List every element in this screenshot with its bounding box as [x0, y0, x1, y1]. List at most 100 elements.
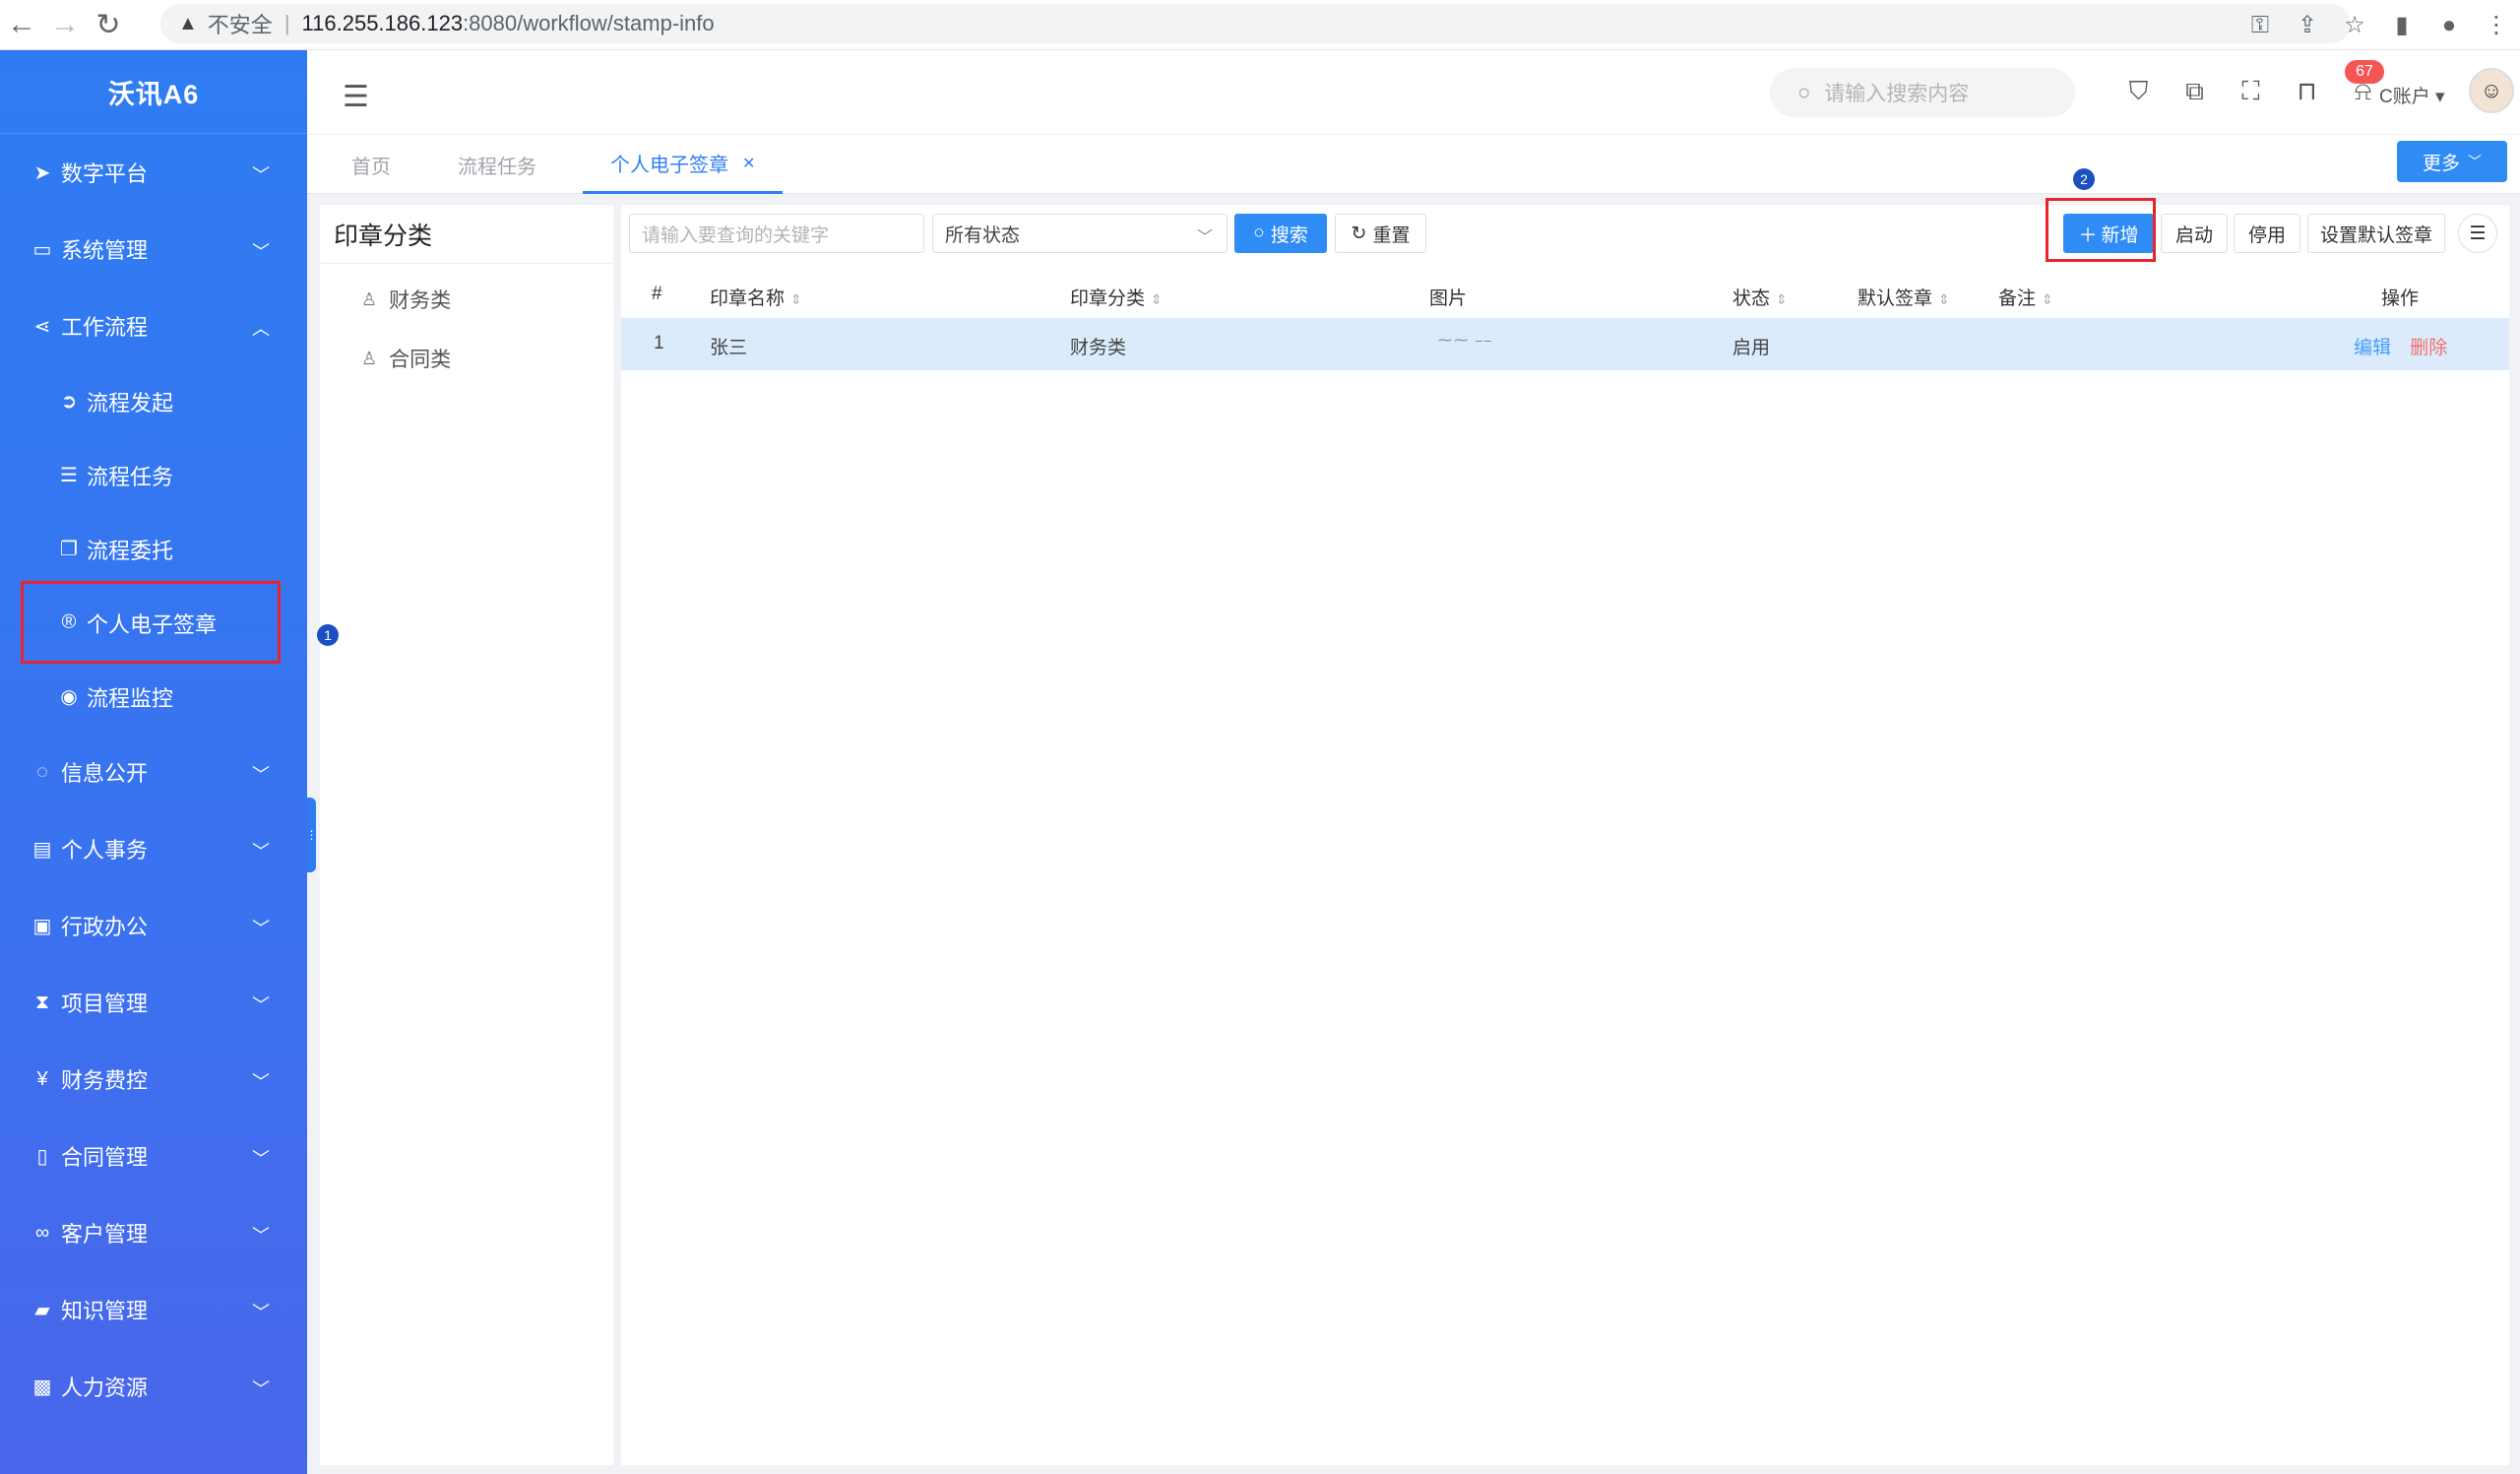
close-icon[interactable]: ✕ — [742, 154, 755, 173]
sidebar-item-project[interactable]: ⧗ 项目管理 ﹀ — [0, 964, 307, 1041]
sort-icon[interactable]: ⇕ — [1151, 291, 1163, 307]
col-remark[interactable]: 备注 ⇕ — [1998, 284, 2053, 310]
col-default[interactable]: 默认签章 ⇕ — [1858, 284, 1950, 310]
sidebar-collapse-handle[interactable]: ⋮ — [306, 798, 318, 872]
address-bar[interactable]: ▲ 不安全 | 116.255.186.123 :8080/workflow/s… — [160, 4, 2351, 43]
theme-shirt-icon[interactable]: ⛉ — [2110, 76, 2167, 107]
search-icon: ○ — [1797, 80, 1811, 104]
share-page-icon[interactable]: ⇪ — [2284, 11, 2331, 39]
step-marker-1: 1 — [317, 624, 339, 646]
account-label: C账户 — [2379, 87, 2430, 107]
keyword-input[interactable]: 请输入要查询的关键字 — [629, 214, 924, 253]
sidebar-subitem-start-flow[interactable]: ➲ 流程发起 — [0, 364, 307, 438]
chevron-down-icon: ﹀ — [252, 1303, 270, 1322]
sidebar-item-info[interactable]: ◌ 信息公开 ﹀ — [0, 734, 307, 810]
reset-button[interactable]: ↻ 重置 — [1335, 214, 1426, 253]
sidebar-item-label: 知识管理 — [61, 1299, 149, 1323]
sidebar-item-customer[interactable]: ∞ 客户管理 ﹀ — [0, 1194, 307, 1271]
global-search-input[interactable]: ○ 请输入搜索内容 — [1770, 68, 2075, 117]
search-button[interactable]: ○ 搜索 — [1234, 214, 1327, 253]
sidebar-item-label: 工作流程 — [61, 315, 149, 340]
hamburger-menu-icon[interactable]: ☰ — [343, 80, 369, 114]
more-button[interactable]: 更多 ﹀ — [2397, 141, 2507, 182]
chevron-down-icon: ﹀ — [252, 1149, 270, 1169]
person-icon: ▩ — [32, 1376, 52, 1398]
tab-e-signature[interactable]: 个人电子签章 ✕ — [583, 135, 784, 194]
translate-icon[interactable]: ⧉ — [2167, 76, 2223, 107]
forward-arrow-icon[interactable]: → — [43, 3, 87, 46]
tab-flow-tasks[interactable]: 流程任务 — [458, 135, 536, 194]
sidebar-item-personal[interactable]: ▤ 个人事务 ﹀ — [0, 810, 307, 887]
edit-link[interactable]: 编辑 — [2354, 338, 2391, 358]
side-panel-icon[interactable]: ▮ — [2378, 11, 2426, 39]
sort-icon[interactable]: ⇕ — [790, 291, 802, 307]
account-dropdown[interactable]: C账户 ▾ — [2379, 82, 2445, 108]
sort-icon[interactable]: ⇕ — [1776, 291, 1788, 307]
sidebar-item-system[interactable]: ▭ 系统管理 ﹀ — [0, 211, 307, 288]
insecure-label: 不安全 — [207, 13, 273, 37]
chevron-down-icon: ﹀ — [252, 765, 270, 785]
sidebar-item-contract[interactable]: ▯ 合同管理 ﹀ — [0, 1118, 307, 1194]
hourglass-icon: ⧗ — [34, 991, 50, 1013]
sidebar-item-workflow[interactable]: ⋖ 工作流程 ︿ — [0, 288, 307, 364]
col-actions: 操作 — [2381, 288, 2420, 309]
key-icon[interactable]: ⚿ — [2236, 12, 2284, 39]
profile-icon[interactable]: ● — [2426, 12, 2473, 39]
browser-toolbar: ← → ↻ ▲ 不安全 | 116.255.186.123 :8080/work… — [0, 0, 2520, 50]
col-category-label: 印章分类 — [1070, 288, 1146, 309]
set-default-button[interactable]: 设置默认签章 — [2307, 214, 2445, 253]
avatar[interactable]: ☺ — [2469, 68, 2514, 113]
sidebar-subitem-flow-tasks[interactable]: ☰ 流程任务 — [0, 438, 307, 512]
tab-home[interactable]: 首页 — [351, 135, 391, 194]
sidebar-subitem-label: 流程任务 — [87, 464, 174, 489]
tab-bar: 首页 流程任务 个人电子签章 ✕ 更多 ﹀ — [307, 135, 2520, 194]
chevron-down-icon: ﹀ — [252, 242, 270, 262]
browser-menu-icon[interactable]: ⋮ — [2473, 11, 2520, 39]
sort-icon[interactable]: ⇕ — [2042, 291, 2053, 307]
disable-button-label: 停用 — [2247, 224, 2286, 246]
table-row[interactable]: 1 张三 财务类 ⁓⁓ ⎯⎯ 启用 编辑 删除 — [621, 318, 2509, 370]
list-icon: ☰ — [60, 465, 78, 486]
cell-index: 1 — [654, 333, 664, 353]
reset-button-label: 重置 — [1372, 224, 1411, 246]
category-item-contract[interactable]: ♙ 合同类 — [320, 329, 613, 388]
column-settings-icon[interactable]: ☰ — [2458, 214, 2497, 253]
col-category[interactable]: 印章分类 ⇕ — [1070, 284, 1163, 310]
fullscreen-icon[interactable]: ⛶ — [2223, 76, 2279, 107]
tab-label: 个人电子签章 — [610, 155, 728, 176]
sidebar-subitem-e-signature[interactable]: ® 个人电子签章 — [0, 586, 307, 660]
sort-icon[interactable]: ⇕ — [1938, 291, 1950, 307]
category-item-finance[interactable]: ♙ 财务类 — [320, 270, 613, 329]
share-icon: ⋖ — [33, 315, 51, 338]
enable-button[interactable]: 启动 — [2161, 214, 2228, 253]
sidebar-item-knowledge[interactable]: ▰ 知识管理 ﹀ — [0, 1271, 307, 1348]
sidebar-subitem-delegation[interactable]: ❐ 流程委托 — [0, 512, 307, 586]
chevron-down-icon: ﹀ — [252, 1226, 270, 1246]
sidebar-item-label: 个人事务 — [61, 838, 149, 863]
plus-icon: ＋ — [2078, 224, 2098, 246]
arrow-circle-icon: ➲ — [60, 391, 78, 413]
chevron-down-icon: ﹀ — [252, 842, 270, 862]
disable-button[interactable]: 停用 — [2234, 214, 2300, 253]
delete-link[interactable]: 删除 — [2410, 338, 2447, 358]
sidebar-item-finance[interactable]: ¥ 财务费控 ﹀ — [0, 1041, 307, 1118]
sidebar-subitem-monitor[interactable]: ◉ 流程监控 — [0, 660, 307, 734]
bookmark-star-icon[interactable]: ☆ — [2331, 11, 2378, 39]
reload-icon[interactable]: ↻ — [87, 3, 130, 46]
sidebar-item-admin[interactable]: ▣ 行政办公 ﹀ — [0, 887, 307, 964]
col-status[interactable]: 状态 ⇕ — [1732, 284, 1788, 310]
sidebar-subitem-label: 流程委托 — [87, 538, 174, 563]
tab-label: 首页 — [351, 156, 391, 178]
col-status-label: 状态 — [1732, 288, 1771, 309]
sidebar-item-hr[interactable]: ▩ 人力资源 ﹀ — [0, 1348, 307, 1425]
browser-actions: ⚿ ⇪ ☆ ▮ ● ⋮ — [2236, 0, 2520, 50]
copy-icon: ❐ — [60, 539, 78, 560]
file-icon: ▯ — [36, 1145, 48, 1168]
sidebar-item-digital-platform[interactable]: ➤ 数字平台 ﹀ — [0, 134, 307, 211]
col-name[interactable]: 印章名称 ⇕ — [710, 284, 802, 310]
add-button[interactable]: ＋ 新增 — [2063, 214, 2154, 253]
lock-icon[interactable]: ⊓ — [2279, 76, 2335, 107]
back-arrow-icon[interactable]: ← — [0, 3, 43, 46]
status-select[interactable]: 所有状态 ﹀ — [932, 214, 1228, 253]
search-icon: ○ — [1253, 223, 1265, 243]
